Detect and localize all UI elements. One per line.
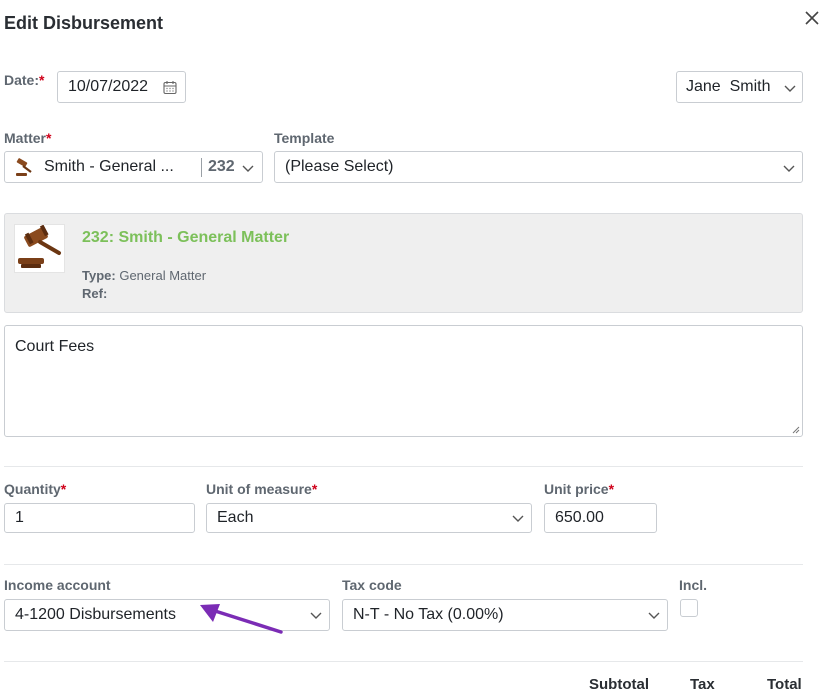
chevron-down-icon	[648, 612, 660, 619]
date-label: Date:*	[4, 72, 45, 88]
matter-ref: Ref:	[82, 286, 108, 301]
arrow-annotation-icon	[200, 604, 283, 634]
date-input[interactable]: 10/07/2022	[57, 71, 186, 103]
gavel-icon	[16, 158, 32, 176]
tax-code-select[interactable]: N-T - No Tax (0.00%)	[342, 599, 668, 631]
unit-of-measure-value: Each	[217, 509, 254, 526]
matter-card-title: 232: Smith - General Matter	[82, 229, 290, 246]
matter-label: Matter*	[4, 130, 52, 146]
income-account-label: Income account	[4, 577, 111, 593]
unit-price-label: Unit price*	[544, 481, 615, 497]
description-textarea[interactable]: Court Fees	[4, 325, 803, 437]
matter-select[interactable]: Smith - General ... 232	[4, 151, 263, 183]
staff-value: Jane Smith	[686, 78, 771, 95]
gavel-icon	[18, 224, 61, 268]
incl-label: Incl.	[679, 577, 708, 593]
matter-number: 232	[208, 158, 235, 175]
resize-handle-icon[interactable]	[792, 426, 800, 434]
unit-price-value: 650.00	[555, 509, 604, 526]
template-label: Template	[274, 130, 335, 146]
tax-code-value: N-T - No Tax (0.00%)	[353, 606, 504, 623]
calendar-icon[interactable]	[163, 80, 177, 95]
chevron-down-icon	[310, 612, 322, 619]
chevron-down-icon	[512, 515, 524, 522]
chevron-down-icon	[784, 85, 796, 92]
tax-code-label: Tax code	[342, 577, 402, 593]
matter-value: Smith - General ...	[44, 158, 174, 175]
close-icon[interactable]	[803, 9, 821, 27]
quantity-value: 1	[15, 509, 24, 526]
divider	[4, 661, 803, 662]
template-value: (Please Select)	[285, 158, 394, 175]
matter-thumbnail	[14, 224, 65, 273]
date-value: 10/07/2022	[68, 78, 149, 95]
subtotal-header: Subtotal	[589, 676, 649, 693]
chevron-down-icon	[783, 165, 795, 172]
tax-header: Tax	[690, 676, 715, 693]
total-header: Total	[767, 676, 802, 693]
description-value: Court Fees	[15, 338, 95, 355]
staff-select[interactable]: Jane Smith	[676, 71, 803, 103]
quantity-input[interactable]: 1	[4, 503, 195, 533]
dialog-title: Edit Disbursement	[4, 13, 164, 33]
unit-of-measure-select[interactable]: Each	[206, 503, 532, 533]
chevron-down-icon	[242, 165, 254, 172]
income-account-value: 4-1200 Disbursements	[15, 606, 176, 623]
unit-price-input[interactable]: 650.00	[544, 503, 657, 533]
matter-separator	[201, 158, 202, 177]
template-select[interactable]: (Please Select)	[274, 151, 803, 183]
divider	[4, 466, 803, 467]
matter-type: Type: General Matter	[82, 268, 207, 283]
matter-card	[4, 213, 803, 313]
incl-checkbox[interactable]	[680, 599, 698, 617]
divider	[4, 564, 803, 565]
unit-of-measure-label: Unit of measure*	[206, 481, 318, 497]
quantity-label: Quantity*	[4, 481, 67, 497]
